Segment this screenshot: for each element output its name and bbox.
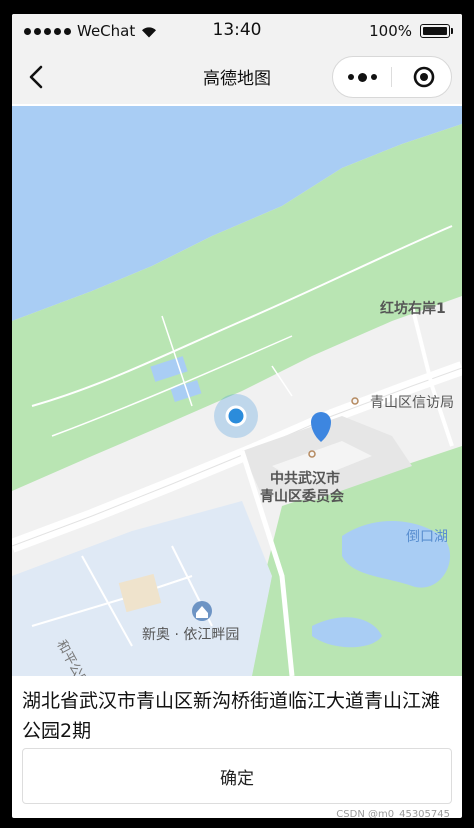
- selected-address: 湖北省武汉市青山区新沟桥街道临江大道青山江滩公园2期: [22, 690, 441, 742]
- map-label-daokou-lake: 倒口湖: [406, 529, 448, 545]
- status-bar: WeChat 13:40 100%: [12, 14, 462, 48]
- map-label-party-line1: 中共武汉市: [270, 471, 340, 487]
- battery-icon: [420, 24, 453, 38]
- capsule-divider: [391, 67, 392, 87]
- battery-status: 100%: [369, 22, 453, 40]
- map-canvas: [12, 106, 462, 676]
- map-view[interactable]: 红坊右岸1 青山区信访局 中共武汉市 青山区委员会 倒口湖 新奥 · 依江畔园 …: [12, 106, 462, 676]
- more-button[interactable]: [333, 57, 391, 97]
- mini-program-capsule: [332, 56, 452, 98]
- battery-percent: 100%: [369, 22, 412, 40]
- csdn-watermark: CSDN @m0_45305745: [336, 809, 450, 818]
- map-label-yijiang: 新奥 · 依江畔园: [142, 627, 240, 643]
- phone-screen: WeChat 13:40 100% 高德地图 红坊右岸1 青山区信访局 中共武汉…: [12, 14, 462, 818]
- close-mini-program-icon[interactable]: [413, 66, 435, 88]
- confirm-button[interactable]: 确定: [22, 748, 452, 804]
- map-label-party-line2: 青山区委员会: [260, 489, 344, 505]
- map-label-xinfang: 青山区信访局: [370, 395, 454, 411]
- nav-bar: 高德地图: [12, 48, 462, 104]
- map-label-hongfang: 红坊右岸1: [380, 301, 446, 317]
